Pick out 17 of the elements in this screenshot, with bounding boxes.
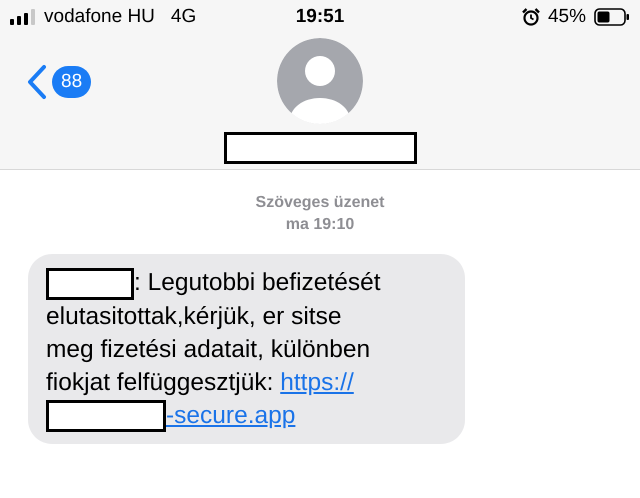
carrier-name: vodafone HU <box>44 4 155 29</box>
message-link[interactable]: -secure.app <box>166 402 296 429</box>
message-timestamp: ma 19:10 <box>286 215 354 235</box>
message-text: : Legutobbi befizetését <box>134 269 381 296</box>
back-chevron-icon[interactable] <box>26 64 48 100</box>
battery-icon <box>594 8 630 26</box>
signal-icon <box>10 9 36 25</box>
message-text: meg fizetési adatait, különben <box>46 336 370 363</box>
alarm-clock-icon <box>522 8 540 26</box>
battery-percent: 45% <box>548 4 586 29</box>
clock-time: 19:51 <box>296 4 344 29</box>
message-link[interactable]: https:// <box>280 368 354 396</box>
message-text: fiokjat felfüggesztjük: <box>46 368 274 396</box>
message-type-label: Szöveges üzenet <box>256 193 384 213</box>
message-text: elutasitottak,kérjük, er sitse <box>46 302 342 330</box>
network-type: 4G <box>170 4 196 29</box>
unread-count-badge[interactable]: 88 <box>52 66 92 98</box>
